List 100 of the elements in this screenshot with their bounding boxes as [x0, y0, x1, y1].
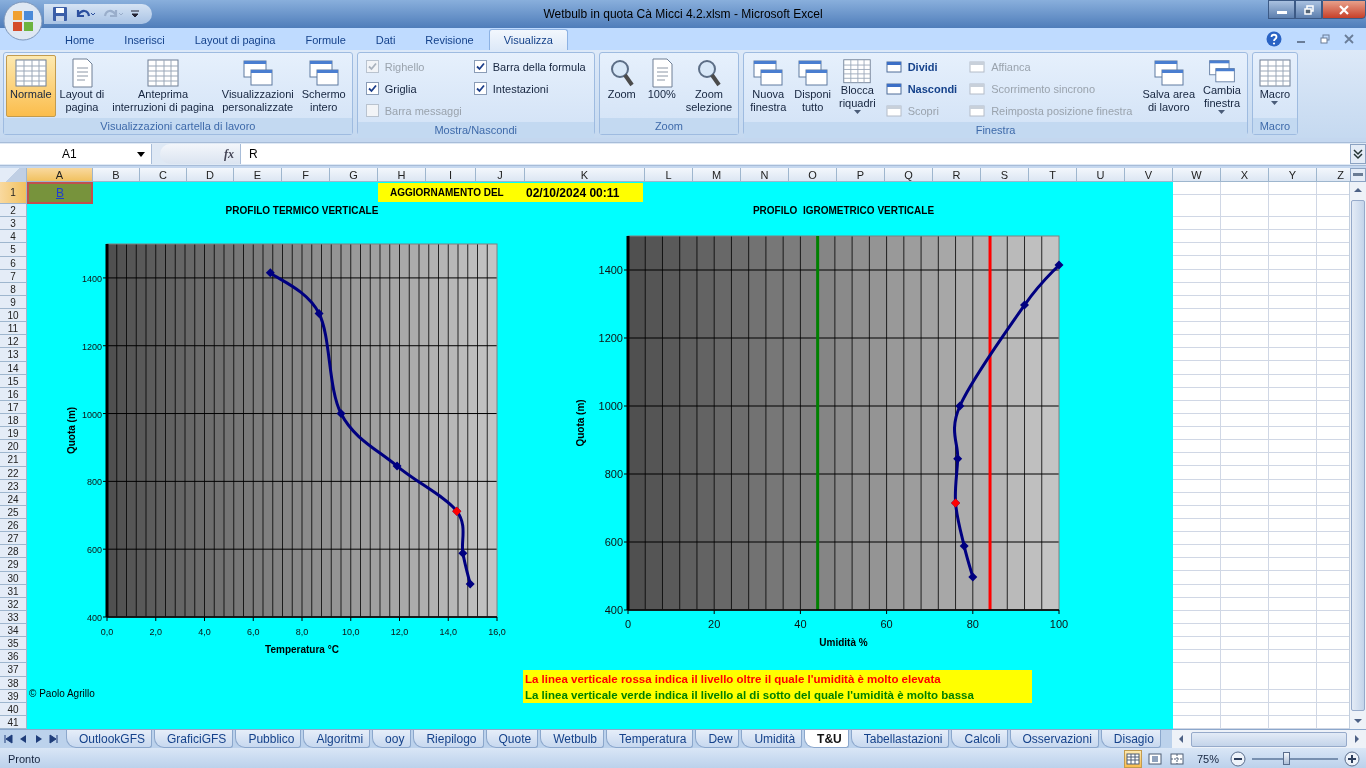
column-header[interactable]: B	[93, 168, 140, 182]
formula-field[interactable]: R	[240, 144, 1350, 164]
sheet-tab[interactable]: Tabellastazioni	[850, 730, 950, 748]
sheet-tab[interactable]: OutlookGFS	[66, 730, 153, 748]
name-box[interactable]: A1	[0, 144, 152, 164]
ribbon-tab[interactable]: Home	[50, 29, 110, 50]
sheet-tab[interactable]: Quote	[485, 730, 539, 748]
column-header[interactable]: O	[789, 168, 837, 182]
column-header[interactable]: M	[693, 168, 741, 182]
cell-grid[interactable]	[1173, 182, 1349, 729]
column-header[interactable]: K	[525, 168, 645, 182]
ribbon-button[interactable]: Zoom	[601, 55, 642, 117]
row-header[interactable]: 18	[0, 414, 27, 428]
sheet-tab[interactable]: Umidità	[741, 730, 803, 748]
customize-icon[interactable]	[130, 9, 140, 19]
row-header[interactable]: 11	[0, 322, 27, 336]
row-header[interactable]: 20	[0, 440, 27, 454]
ribbon-button[interactable]: Schermo intero	[297, 55, 350, 117]
ribbon-tab[interactable]: Revisione	[410, 29, 489, 50]
column-header[interactable]: U	[1077, 168, 1125, 182]
ribbon-tab[interactable]: Visualizza	[488, 29, 568, 50]
row-header[interactable]: 36	[0, 650, 27, 664]
sheet-tab[interactable]: Osservazioni	[1009, 730, 1099, 748]
sheet-tab[interactable]: Disagio	[1100, 730, 1161, 748]
row-header[interactable]: 19	[0, 427, 27, 441]
column-header[interactable]: I	[426, 168, 476, 182]
column-header[interactable]: C	[140, 168, 187, 182]
view-button[interactable]	[1124, 750, 1142, 768]
minimize-button[interactable]	[1268, 0, 1295, 19]
ribbon-button[interactable]: Nuova finestra	[746, 55, 791, 117]
sheet-tab[interactable]: Dew	[695, 730, 740, 748]
column-header[interactable]: D	[187, 168, 234, 182]
vertical-scrollbar[interactable]	[1349, 182, 1366, 729]
row-header[interactable]: 12	[0, 335, 27, 349]
row-header[interactable]: 13	[0, 348, 27, 362]
ribbon-button[interactable]: Zoom selezione	[681, 55, 737, 117]
column-header[interactable]: S	[981, 168, 1029, 182]
ribbon-button[interactable]: Cambia finestra	[1199, 55, 1245, 117]
row-header[interactable]: 29	[0, 558, 27, 572]
restore-icon[interactable]	[1320, 34, 1330, 44]
help-icon[interactable]	[1266, 31, 1282, 47]
row-header[interactable]: 1	[0, 182, 27, 204]
last-sheet-icon[interactable]	[48, 733, 61, 745]
row-header[interactable]: 3	[0, 217, 27, 231]
row-header[interactable]: 28	[0, 545, 27, 559]
checkbox[interactable]: Intestazioni	[473, 78, 586, 99]
horizontal-scrollbar[interactable]	[1172, 730, 1366, 748]
row-header[interactable]: 21	[0, 453, 27, 467]
column-header[interactable]: L	[645, 168, 693, 182]
row-header[interactable]: 4	[0, 230, 27, 244]
view-button[interactable]	[1168, 750, 1186, 768]
column-header[interactable]: J	[476, 168, 525, 182]
column-header[interactable]: W	[1173, 168, 1221, 182]
split-icon[interactable]	[1350, 168, 1366, 182]
column-header[interactable]: F	[282, 168, 330, 182]
sheet-tab[interactable]: Pubblico	[235, 730, 302, 748]
checkbox[interactable]: Barra della formula	[473, 56, 586, 77]
ribbon-button[interactable]: Disponi tutto	[790, 55, 835, 117]
restore-button[interactable]	[1295, 0, 1322, 19]
insert-function-button[interactable]: fx	[224, 146, 234, 162]
column-header[interactable]: V	[1125, 168, 1173, 182]
column-header[interactable]: R	[933, 168, 981, 182]
ribbon-button[interactable]: Normale	[6, 55, 56, 117]
row-header[interactable]: 27	[0, 532, 27, 546]
ribbon-button[interactable]: Blocca riquadri	[834, 55, 880, 117]
column-header[interactable]: Z	[1317, 168, 1350, 182]
sheet-tab[interactable]: GraficiGFS	[154, 730, 234, 748]
ribbon-tab[interactable]: Formule	[290, 29, 361, 50]
column-header[interactable]: Q	[885, 168, 933, 182]
sheet-tab[interactable]: Riepilogo	[413, 730, 484, 748]
sheet-tab[interactable]: Temperatura	[606, 730, 694, 748]
column-header[interactable]: T	[1029, 168, 1077, 182]
zoom-out-icon[interactable]	[1230, 751, 1246, 767]
view-button[interactable]	[1146, 750, 1164, 768]
checkbox[interactable]: Griglia	[365, 78, 462, 99]
ribbon-button[interactable]: 100%	[641, 55, 682, 117]
close-button[interactable]	[1322, 0, 1366, 19]
ribbon-button[interactable]: Nascondi	[885, 78, 958, 99]
slider-thumb[interactable]	[1283, 752, 1291, 765]
column-header[interactable]: H	[378, 168, 426, 182]
ribbon-button[interactable]: Visualizzazioni personalizzate	[217, 55, 298, 117]
ribbon-tab[interactable]: Layout di pagina	[179, 29, 291, 50]
close-icon[interactable]	[1344, 34, 1354, 44]
sheet-tab[interactable]: Wetbulb	[540, 730, 604, 748]
ribbon-tab[interactable]: Inserisci	[109, 29, 180, 50]
ribbon-button[interactable]: Layout di pagina	[55, 55, 109, 117]
column-header[interactable]: P	[837, 168, 885, 182]
column-header[interactable]: Y	[1269, 168, 1317, 182]
save-icon[interactable]	[52, 6, 68, 22]
row-header[interactable]: 34	[0, 624, 27, 638]
column-header[interactable]: G	[330, 168, 378, 182]
row-header[interactable]: 26	[0, 519, 27, 533]
ribbon-button[interactable]: Macro	[1254, 55, 1295, 117]
column-header[interactable]: A	[27, 168, 93, 182]
row-header[interactable]: 35	[0, 637, 27, 651]
zoom-in-icon[interactable]	[1344, 751, 1360, 767]
sheet-tab[interactable]: T&U	[804, 730, 849, 748]
sheet-tab[interactable]: ooy	[372, 730, 412, 748]
sheet-tab[interactable]: Calcoli	[951, 730, 1008, 748]
column-header[interactable]: X	[1221, 168, 1269, 182]
